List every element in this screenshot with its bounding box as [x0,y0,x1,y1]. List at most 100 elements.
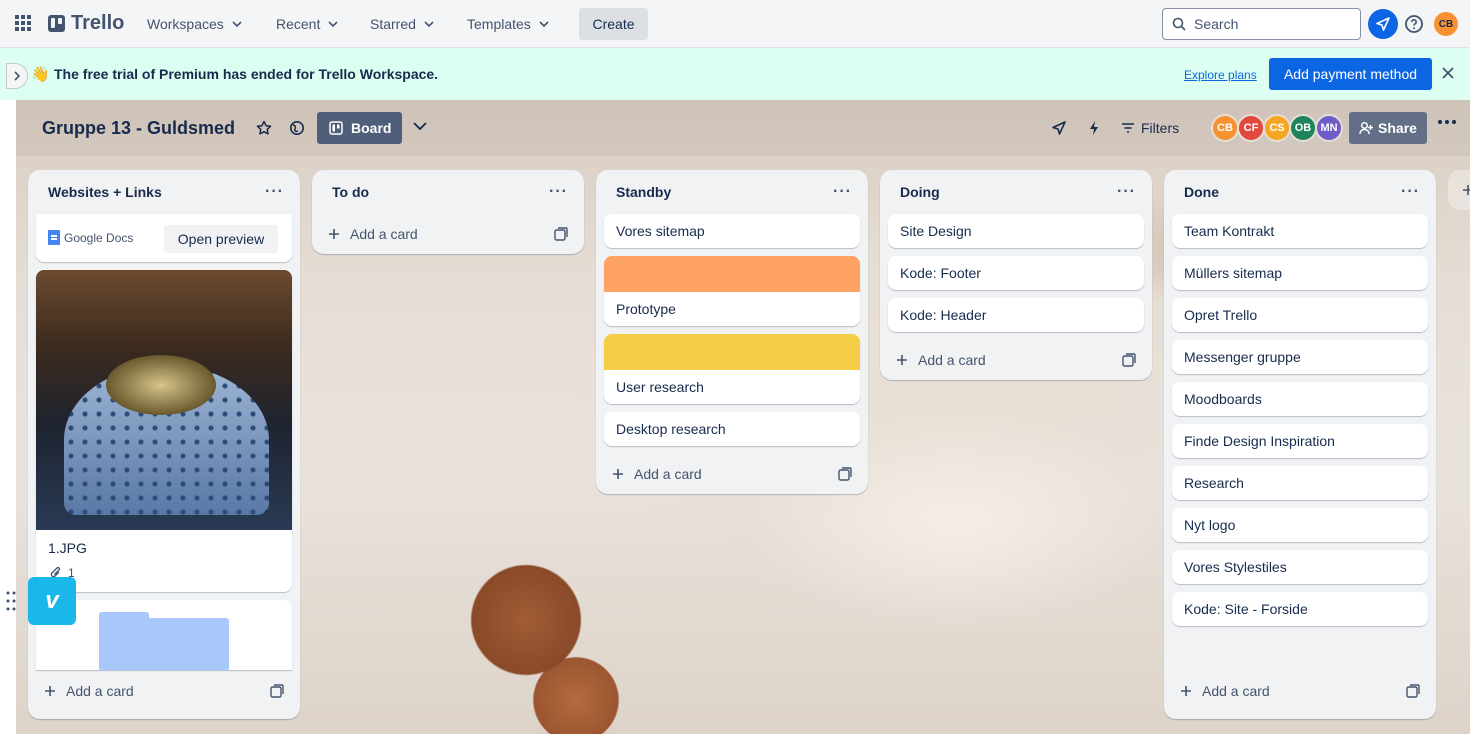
create-button[interactable]: Create [579,8,648,40]
card-cover [604,334,860,370]
add-card-row[interactable]: Add a card [312,214,584,254]
list-title[interactable]: To do [332,184,369,200]
list-title[interactable]: Standby [616,184,671,200]
create-from-template-icon[interactable] [1406,684,1420,698]
vimeo-icon[interactable]: v [28,577,76,625]
close-banner-icon[interactable] [1441,66,1455,80]
add-another-list-button[interactable] [1448,170,1470,210]
link-card[interactable]: Google Docs Open preview [36,214,292,262]
chevron-down-icon [232,21,242,27]
user-avatar[interactable]: CB [1434,12,1458,36]
search-icon [1172,17,1186,31]
nav-recent[interactable]: Recent [268,8,346,40]
card-title: Opret Trello [1184,307,1258,323]
link-source: Google Docs [48,230,133,245]
more-options-icon[interactable] [1438,120,1456,124]
list-title[interactable]: Doing [900,184,940,200]
list-card[interactable]: Vores Stylestiles [1172,550,1428,584]
list-doing: Doing ··· Site Design Kode: Footer Kode:… [880,170,1152,380]
add-card-button[interactable]: Add a card [896,352,986,368]
list-menu-icon[interactable]: ··· [265,183,284,201]
app-switcher-icon[interactable] [14,14,34,34]
automation-icon[interactable] [1088,120,1100,136]
board-view-icon [329,121,343,135]
top-navigation-bar: Trello Workspaces Recent Starred Templat… [0,0,1470,48]
list-card[interactable]: Prototype [604,256,860,326]
list-menu-icon[interactable]: ··· [549,183,568,201]
list-menu-icon[interactable]: ··· [1401,183,1420,201]
list-menu-icon[interactable]: ··· [833,183,852,201]
add-card-label: Add a card [350,226,418,242]
explore-plans-link[interactable]: Explore plans [1184,68,1257,82]
image-card[interactable]: 1.JPG 1 [36,270,292,592]
list-card[interactable]: Kode: Footer [888,256,1144,290]
nav-workspaces[interactable]: Workspaces [139,8,250,40]
list-card[interactable]: Vores sitemap [604,214,860,248]
list-card[interactable]: Kode: Header [888,298,1144,332]
share-button[interactable]: Share [1349,112,1427,144]
list-card[interactable]: Nyt logo [1172,508,1428,542]
list-card[interactable]: Kode: Site - Forside [1172,592,1428,626]
create-from-template-icon[interactable] [1122,353,1136,367]
drag-handle-icon[interactable] [6,590,16,612]
list-card[interactable]: Team Kontrakt [1172,214,1428,248]
list-header: To do ··· [312,170,584,214]
list-card[interactable]: Opret Trello [1172,298,1428,332]
list-card[interactable]: Finde Design Inspiration [1172,424,1428,458]
list-card[interactable]: Moodboards [1172,382,1428,416]
open-preview-button[interactable]: Open preview [164,225,278,253]
add-card-button[interactable]: Add a card [612,466,702,482]
add-payment-method-button[interactable]: Add payment method [1269,58,1432,90]
folder-icon [99,618,229,670]
filters-button[interactable]: Filters [1121,120,1179,136]
nav-recent-label: Recent [276,16,321,32]
list-card[interactable]: Messenger gruppe [1172,340,1428,374]
add-card-row[interactable]: Add a card [880,340,1152,380]
list-title[interactable]: Websites + Links [48,184,162,200]
trello-logo-icon [48,15,65,32]
list-card[interactable]: User research [604,334,860,404]
list-title[interactable]: Done [1184,184,1219,200]
nav-starred[interactable]: Starred [362,8,442,40]
add-card-row[interactable]: Add a card [28,671,300,711]
card-title: Research [1184,475,1244,491]
chevron-down-icon[interactable] [413,122,427,130]
board-title[interactable]: Gruppe 13 - Guldsmed [42,118,235,139]
member-avatar[interactable]: MN [1315,114,1343,142]
member-avatar[interactable]: CS [1263,114,1291,142]
trello-logo[interactable]: Trello [48,12,124,35]
nav-templates[interactable]: Templates [459,8,557,40]
create-from-template-icon[interactable] [270,684,284,698]
create-from-template-icon[interactable] [554,227,568,241]
board-view-button[interactable]: Board [317,112,402,144]
notifications-icon[interactable] [1368,9,1398,39]
member-avatar[interactable]: CB [1211,114,1239,142]
card-image-cover [36,270,292,530]
create-from-template-icon[interactable] [838,467,852,481]
share-label: Share [1378,120,1417,136]
add-card-row[interactable]: Add a card [1164,671,1436,711]
card-title: Site Design [900,223,972,239]
help-icon[interactable] [1404,14,1424,34]
list-header: Standby ··· [596,170,868,214]
list-card[interactable]: Desktop research [604,412,860,446]
add-card-button[interactable]: Add a card [44,683,134,699]
member-avatar[interactable]: CF [1237,114,1265,142]
list-card[interactable]: Müllers sitemap [1172,256,1428,290]
visibility-globe-icon[interactable] [289,120,305,136]
done-cards-scroll[interactable]: Team Kontrakt Müllers sitemap Opret Trel… [1164,214,1436,669]
add-card-button[interactable]: Add a card [328,226,418,242]
star-icon[interactable] [256,120,272,136]
list-menu-icon[interactable]: ··· [1117,183,1136,201]
add-card-button[interactable]: Add a card [1180,683,1270,699]
member-avatar[interactable]: OB [1289,114,1317,142]
nav-workspaces-label: Workspaces [147,16,224,32]
search-input[interactable]: Search [1162,8,1361,40]
list-card[interactable]: Site Design [888,214,1144,248]
list-card[interactable]: Research [1172,466,1428,500]
list-header: Done ··· [1164,170,1436,214]
link-source-label: Google Docs [64,230,134,245]
add-card-row[interactable]: Add a card [596,454,868,494]
board-canvas: Gruppe 13 - Guldsmed Board Filters CB CF C… [16,100,1470,734]
power-ups-icon[interactable] [1051,120,1067,136]
